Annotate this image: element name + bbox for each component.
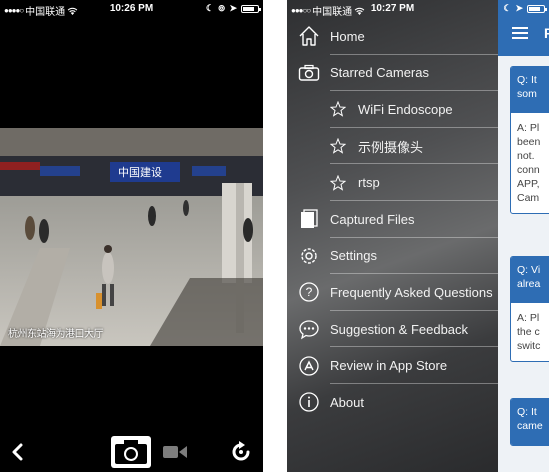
menu-item-wifi-endoscope[interactable]: WiFi Endoscope: [287, 91, 498, 128]
menu-item-label: About: [330, 394, 364, 410]
location-icon: ➤: [515, 3, 523, 13]
menu-item-home[interactable]: Home: [287, 18, 498, 55]
faq-answer-line: A: Pl: [517, 312, 540, 324]
faq-answer-line: the c: [517, 326, 540, 338]
battery-icon: [527, 4, 547, 13]
question-icon: ?: [299, 282, 319, 303]
faq-answer-line: conn: [517, 164, 540, 176]
side-drawer: ●●●○○ 中国联通 10:27 PM Home Starred Cameras…: [287, 0, 498, 472]
svg-text:?: ?: [306, 285, 313, 299]
star-icon: [330, 174, 346, 191]
faq-question: Q: It came: [511, 399, 549, 445]
menu-item-label: Captured Files: [330, 211, 415, 227]
faq-question: Q: It som: [511, 67, 549, 113]
menu-item-rtsp[interactable]: rtsp: [287, 164, 498, 201]
faq-content-panel[interactable]: F ☾ ➤ Q: It som A: Pl been not. conn APP…: [498, 0, 549, 472]
status-bar: ●●●●○ 中国联通 10:26 PM ☾ ⊚ ➤: [0, 0, 263, 18]
menu-item-label: WiFi Endoscope: [358, 101, 453, 117]
files-icon: [301, 209, 318, 229]
back-chevron-icon[interactable]: [6, 440, 30, 464]
battery-icon: [241, 4, 261, 13]
menu-item-label: Suggestion & Feedback: [330, 321, 469, 337]
menu-item-faq[interactable]: ? Frequently Asked Questions: [287, 274, 498, 311]
camera-live-view-screen: ●●●●○ 中国联通 10:26 PM ☾ ⊚ ➤ 中国建设 杭州东站海为港口大…: [0, 0, 263, 472]
side-menu: Home Starred Cameras WiFi Endoscope 示例摄像…: [287, 18, 498, 421]
menu-item-sample-camera[interactable]: 示例摄像头: [287, 128, 498, 165]
video-frame-image: 中国建设: [0, 128, 263, 346]
status-bar: ●●●○○ 中国联通 10:27 PM: [287, 0, 498, 18]
menu-item-settings[interactable]: Settings: [287, 238, 498, 275]
camera-icon: [298, 64, 320, 81]
faq-answer-line: A: Pl: [517, 122, 540, 134]
faq-card[interactable]: Q: Vi alrea A: Pl the c switc: [510, 256, 549, 362]
camera-video-feed[interactable]: 中国建设 杭州东站海为港口大厅: [0, 128, 263, 346]
faq-question-line: som: [517, 88, 537, 100]
menu-item-about[interactable]: About: [287, 384, 498, 421]
menu-item-feedback[interactable]: Suggestion & Feedback: [287, 311, 498, 348]
lock-rotation-icon: ⊚: [217, 3, 226, 13]
content-title: F: [544, 25, 549, 41]
gear-icon: [301, 248, 317, 264]
home-icon: [299, 26, 319, 46]
app-store-icon: [299, 355, 319, 376]
faq-question-line: Q: It: [517, 74, 537, 86]
moon-icon: ☾: [503, 3, 512, 13]
location-icon: ➤: [229, 3, 237, 13]
menu-item-label: Review in App Store: [330, 358, 448, 374]
menu-item-captured-files[interactable]: Captured Files: [287, 201, 498, 238]
star-icon: [330, 101, 346, 118]
faq-card[interactable]: Q: It came: [510, 398, 549, 446]
capture-camera-icon[interactable]: [111, 436, 151, 468]
menu-item-label: Settings: [330, 248, 377, 264]
video-caption: 杭州东站海为港口大厅: [8, 329, 104, 340]
faq-question-line: Q: It: [517, 406, 537, 418]
menu-item-label: rtsp: [358, 175, 380, 191]
faq-question-line: Q: Vi: [517, 264, 541, 276]
rotate-icon[interactable]: [229, 440, 253, 464]
moon-icon: ☾: [205, 3, 214, 13]
video-camera-icon[interactable]: [163, 443, 187, 461]
chat-icon: [299, 320, 319, 340]
station-banner-text: 中国建设: [118, 165, 162, 179]
menu-item-label: Starred Cameras: [330, 65, 429, 81]
star-icon: [330, 138, 346, 154]
faq-answer-line: APP,: [517, 178, 540, 190]
faq-answer-line: been: [517, 136, 541, 148]
menu-item-label: Home: [330, 28, 365, 44]
menu-item-label: Frequently Asked Questions: [330, 284, 493, 300]
faq-answer-line: not.: [517, 150, 535, 162]
hamburger-menu-icon[interactable]: [512, 27, 528, 39]
menu-item-starred-cameras[interactable]: Starred Cameras: [287, 55, 498, 92]
info-icon: [299, 392, 319, 412]
menu-item-review-app-store[interactable]: Review in App Store: [287, 347, 498, 384]
faq-answer: A: Pl been not. conn APP, Cam: [511, 113, 549, 213]
faq-answer-line: Cam: [517, 192, 540, 204]
faq-answer: A: Pl the c switc: [511, 303, 549, 361]
faq-question-line: came: [517, 420, 543, 432]
faq-question: Q: Vi alrea: [511, 257, 549, 303]
status-time: 10:27 PM: [370, 3, 415, 14]
status-bar-right-part: ☾ ➤: [498, 0, 549, 18]
camera-toolbar: [0, 432, 263, 472]
menu-item-label: 示例摄像头: [358, 139, 424, 155]
faq-question-line: alrea: [517, 278, 541, 290]
faq-card[interactable]: Q: It som A: Pl been not. conn APP, Cam: [510, 66, 549, 214]
faq-answer-line: switc: [517, 340, 541, 352]
side-menu-screen: F ☾ ➤ Q: It som A: Pl been not. conn APP…: [287, 0, 549, 472]
